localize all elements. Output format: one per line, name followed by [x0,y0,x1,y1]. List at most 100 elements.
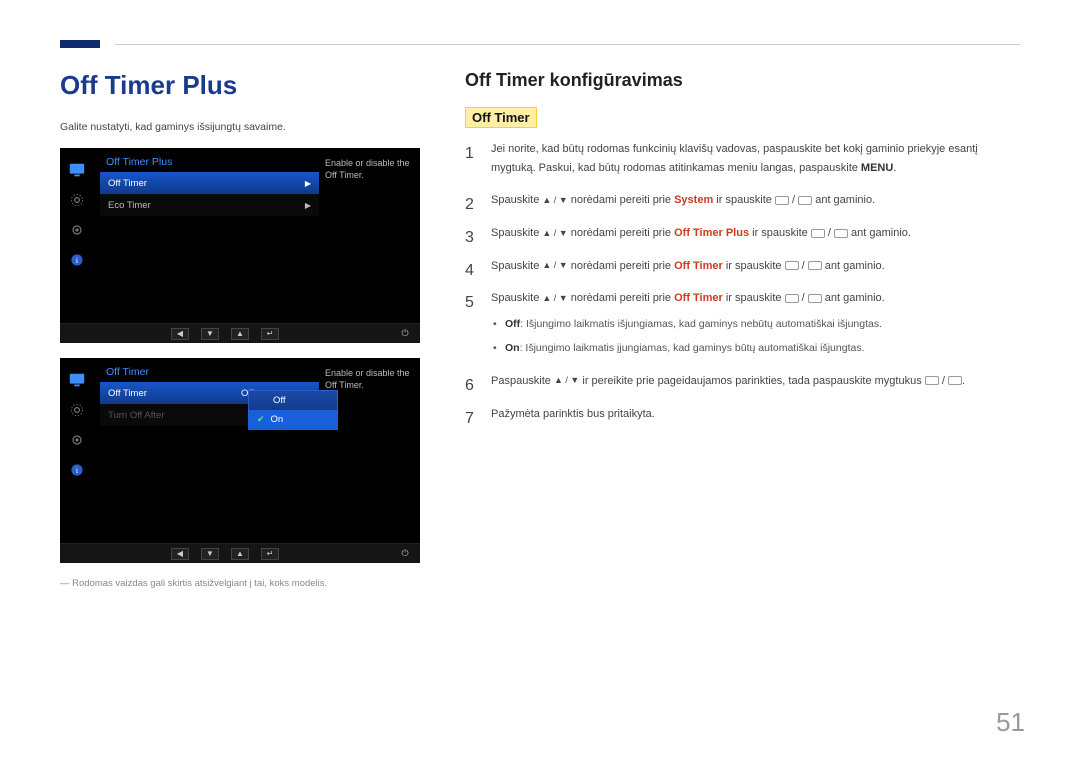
up-down-icons: ▲ / ▼ [554,373,579,388]
step-2: Spauskite ▲ / ▼ norėdami pereiti prie Sy… [465,191,1020,210]
offtimer-label: Off Timer [674,260,723,272]
button-icon [775,196,789,205]
step1-text-a: Jei norite, kad būtų rodomas funkcinių k… [491,143,978,174]
step7-text: Pažymėta parinktis bus pritaikyta. [491,408,655,420]
info-icon: i [63,246,91,274]
osd2-row1-label: Off Timer [108,388,241,399]
step4-text-a: Spauskite [491,260,542,272]
step2-text-d: ant gaminio. [812,194,875,206]
page-title: Off Timer Plus [60,70,430,101]
settings-icon [63,186,91,214]
settings-icon [63,396,91,424]
off-text: : Išjungimo laikmatis išjungiamas, kad g… [520,318,882,330]
step2-text-b: norėdami pereiti prie [568,194,674,206]
nav-left-icon: ◀ [171,328,189,340]
check-icon: ✔ [257,414,265,425]
bullet-off: Off: Išjungimo laikmatis išjungiamas, ka… [493,316,1020,334]
button-icon [925,376,939,385]
osd-screenshot-1: i Off Timer Plus Off Timer ▶ Eco Timer ▶… [60,148,420,343]
nav-return-icon: ↵ [261,548,279,560]
osd1-row-offtimer: Off Timer ▶ [100,172,319,194]
osd1-row2-label: Eco Timer [108,200,305,211]
step6-text-c: . [962,375,965,387]
step1-text-c: . [893,162,896,174]
chapter-marker [60,40,100,48]
osd2-dropdown: Off ✔ On [248,390,338,430]
step-4: Spauskite ▲ / ▼ norėdami pereiti prie Of… [465,257,1020,276]
step4-text-b: norėdami pereiti prie [568,260,674,272]
gear-icon [63,216,91,244]
nav-up-icon: ▲ [231,548,249,560]
osd2-title: Off Timer [100,366,319,378]
chevron-right-icon: ▶ [305,201,311,210]
monitor-icon [63,366,91,394]
drop-off-label: Off [273,395,286,406]
page-number: 51 [996,707,1025,738]
nav-up-icon: ▲ [231,328,249,340]
button-icon [811,229,825,238]
enter-icon [834,229,848,238]
step4-text-c: ir spauskite [723,260,785,272]
step5-text-b: norėdami pereiti prie [568,292,674,304]
bullet-on: On: Išjungimo laikmatis įjungiamas, kad … [493,340,1020,358]
up-down-icons: ▲ / ▼ [542,258,567,273]
monitor-icon [63,156,91,184]
section-title: Off Timer konfigūravimas [465,70,1020,91]
osd-screenshot-2: i Off Timer Off Timer Off Turn Off After… [60,358,420,563]
top-rule [115,44,1020,45]
step2-text-a: Spauskite [491,194,542,206]
up-down-icons: ▲ / ▼ [542,193,567,208]
step3-text-c: ir spauskite [749,227,811,239]
drop-on-label: On [271,414,284,425]
step6-text-b: ir pereikite prie pageidaujamos parinkti… [579,375,924,387]
osd1-title: Off Timer Plus [100,156,319,168]
enter-icon [798,196,812,205]
step3-text-d: ant gaminio. [848,227,911,239]
power-icon: ⏻ [390,548,420,559]
power-icon: ⏻ [390,328,420,339]
nav-left-icon: ◀ [171,548,189,560]
enter-icon [948,376,962,385]
offtimerplus-label: Off Timer Plus [674,227,749,239]
nav-down-icon: ▼ [201,328,219,340]
enter-icon [808,294,822,303]
step-6: Paspauskite ▲ / ▼ ir pereikite prie page… [465,372,1020,391]
step4-text-d: ant gaminio. [822,260,885,272]
step-5: Spauskite ▲ / ▼ norėdami pereiti prie Of… [465,289,1020,357]
up-down-icons: ▲ / ▼ [542,226,567,241]
footnote: ― Rodomas vaizdas gali skirtis atsižvelg… [60,578,430,589]
osd-nav-bar: ◀ ▼ ▲ ↵ ⏻ [60,323,420,343]
step6-text-a: Paspauskite [491,375,554,387]
info-icon: i [63,456,91,484]
step3-text-a: Spauskite [491,227,542,239]
gear-icon [63,426,91,454]
up-down-icons: ▲ / ▼ [542,291,567,306]
step-7: Pažymėta parinktis bus pritaikyta. [465,405,1020,424]
on-text: : Išjungimo laikmatis įjungiamas, kad ga… [520,342,865,354]
system-label: System [674,194,713,206]
offtimer-label-2: Off Timer [674,292,723,304]
sub-label: Off Timer [465,107,537,128]
off-label: Off [505,318,520,330]
menu-label: MENU [861,162,893,174]
step-1: Jei norite, kad būtų rodomas funkcinių k… [465,140,1020,177]
step-3: Spauskite ▲ / ▼ norėdami pereiti prie Of… [465,224,1020,243]
osd1-row1-label: Off Timer [108,178,305,189]
step2-text-c: ir spauskite [713,194,775,206]
intro-text: Galite nustatyti, kad gaminys išsijungtų… [60,121,430,133]
step3-text-b: norėdami pereiti prie [568,227,674,239]
osd2-drop-on: ✔ On [249,410,337,429]
osd2-drop-off: Off [249,391,337,410]
on-label: On [505,342,520,354]
osd2-desc: Enable or disable the Off Timer. [325,358,420,563]
enter-icon [808,261,822,270]
nav-down-icon: ▼ [201,548,219,560]
button-icon [785,294,799,303]
osd-nav-bar: ◀ ▼ ▲ ↵ ⏻ [60,543,420,563]
step5-text-d: ant gaminio. [822,292,885,304]
chevron-right-icon: ▶ [305,179,311,188]
step5-text-a: Spauskite [491,292,542,304]
nav-return-icon: ↵ [261,328,279,340]
osd1-row-ecotimer: Eco Timer ▶ [100,194,319,216]
button-icon [785,261,799,270]
